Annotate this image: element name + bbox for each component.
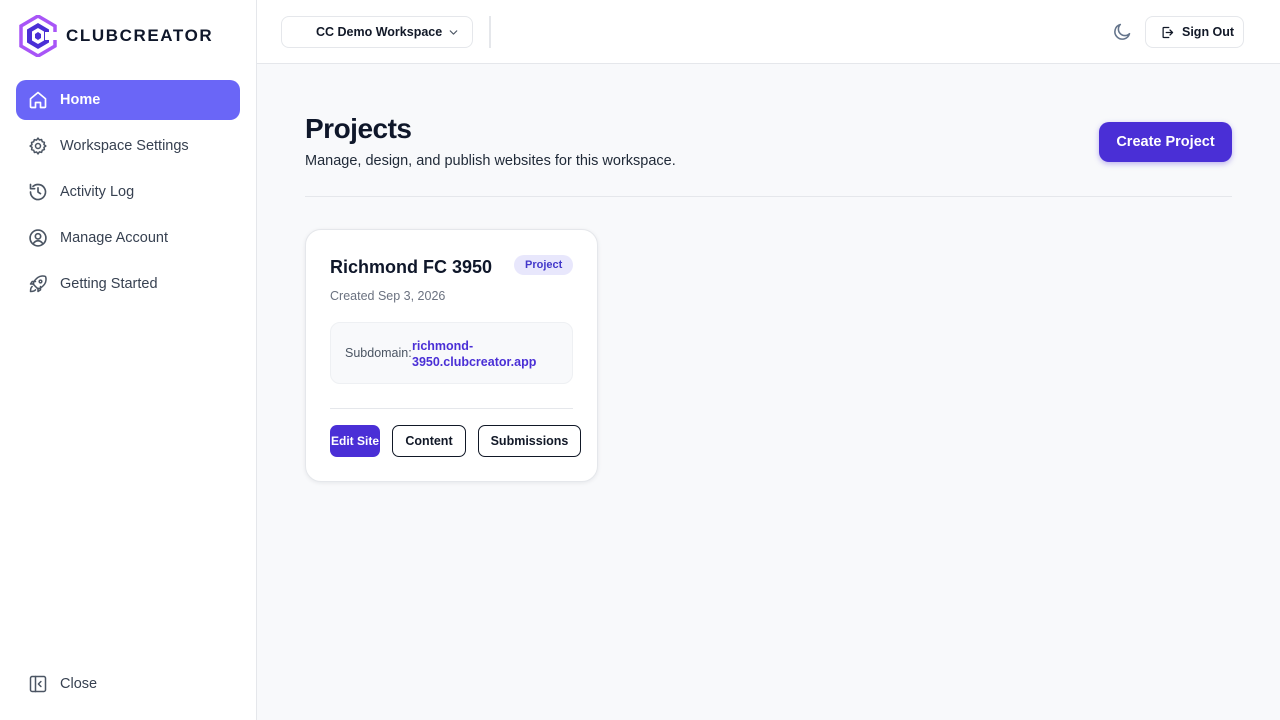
brand-name: CLUBCREATOR bbox=[66, 26, 214, 45]
sign-out-icon bbox=[1160, 25, 1175, 40]
sidebar-collapse-icon bbox=[28, 674, 48, 694]
dark-mode-toggle[interactable] bbox=[1112, 21, 1133, 47]
sign-out-button[interactable]: Sign Out bbox=[1145, 16, 1244, 48]
subdomain-label: Subdomain: bbox=[345, 346, 412, 360]
subdomain-box: Subdomain: richmond-3950.clubcreator.app bbox=[330, 322, 573, 384]
page-subtitle: Manage, design, and publish websites for… bbox=[305, 153, 676, 169]
project-badge: Project bbox=[514, 255, 574, 275]
gear-icon bbox=[28, 136, 48, 156]
section-divider bbox=[305, 196, 1232, 197]
sidebar-item-label: Home bbox=[60, 92, 101, 108]
sidebar-item-getting-started[interactable]: Getting Started bbox=[16, 264, 240, 304]
clubcreator-logo-icon bbox=[19, 15, 57, 57]
sidebar-item-manage-account[interactable]: Manage Account bbox=[16, 218, 240, 258]
project-name: Richmond FC 3950 bbox=[330, 257, 493, 277]
sidebar-item-label: Getting Started bbox=[60, 276, 158, 292]
workspace-name: CC Demo Workspace bbox=[316, 25, 443, 39]
sidebar-item-label: Activity Log bbox=[60, 184, 135, 200]
sidebar-close-button[interactable]: Close bbox=[28, 674, 97, 694]
page-title: Projects bbox=[305, 113, 412, 144]
moon-icon bbox=[1114, 23, 1131, 40]
card-divider bbox=[330, 408, 573, 409]
user-circle-icon bbox=[28, 228, 48, 248]
sidebar-item-activity-log[interactable]: Activity Log bbox=[16, 172, 240, 212]
content-button[interactable]: Content bbox=[392, 425, 466, 457]
project-created-date: Created Sep 3, 2026 bbox=[330, 289, 446, 303]
history-icon bbox=[28, 182, 48, 202]
header-divider bbox=[489, 16, 491, 48]
chevron-down-icon bbox=[447, 26, 460, 42]
sidebar-item-label: Manage Account bbox=[60, 230, 169, 246]
project-card: Richmond FC 3950 Project Created Sep 3, … bbox=[305, 229, 598, 482]
sidebar-nav: Home Workspace Settings Activity Log Man… bbox=[16, 80, 240, 310]
sidebar: CLUBCREATOR Home Workspace Settings Acti… bbox=[0, 0, 257, 720]
rocket-icon bbox=[28, 274, 48, 294]
sidebar-item-workspace-settings[interactable]: Workspace Settings bbox=[16, 126, 240, 166]
workspace-selector[interactable]: CC Demo Workspace bbox=[281, 16, 473, 48]
sidebar-item-label: Workspace Settings bbox=[60, 138, 189, 154]
top-header: CC Demo Workspace Sign Out bbox=[257, 0, 1280, 64]
sidebar-close-label: Close bbox=[60, 676, 98, 692]
submissions-button[interactable]: Submissions bbox=[478, 425, 581, 457]
home-icon bbox=[28, 90, 48, 110]
subdomain-link[interactable]: richmond-3950.clubcreator.app bbox=[412, 338, 562, 370]
edit-site-button[interactable]: Edit Site bbox=[330, 425, 380, 457]
sign-out-label: Sign Out bbox=[1182, 25, 1235, 39]
brand-logo[interactable]: CLUBCREATOR bbox=[19, 15, 213, 57]
sidebar-item-home[interactable]: Home bbox=[16, 80, 240, 120]
create-project-button[interactable]: Create Project bbox=[1099, 122, 1232, 162]
